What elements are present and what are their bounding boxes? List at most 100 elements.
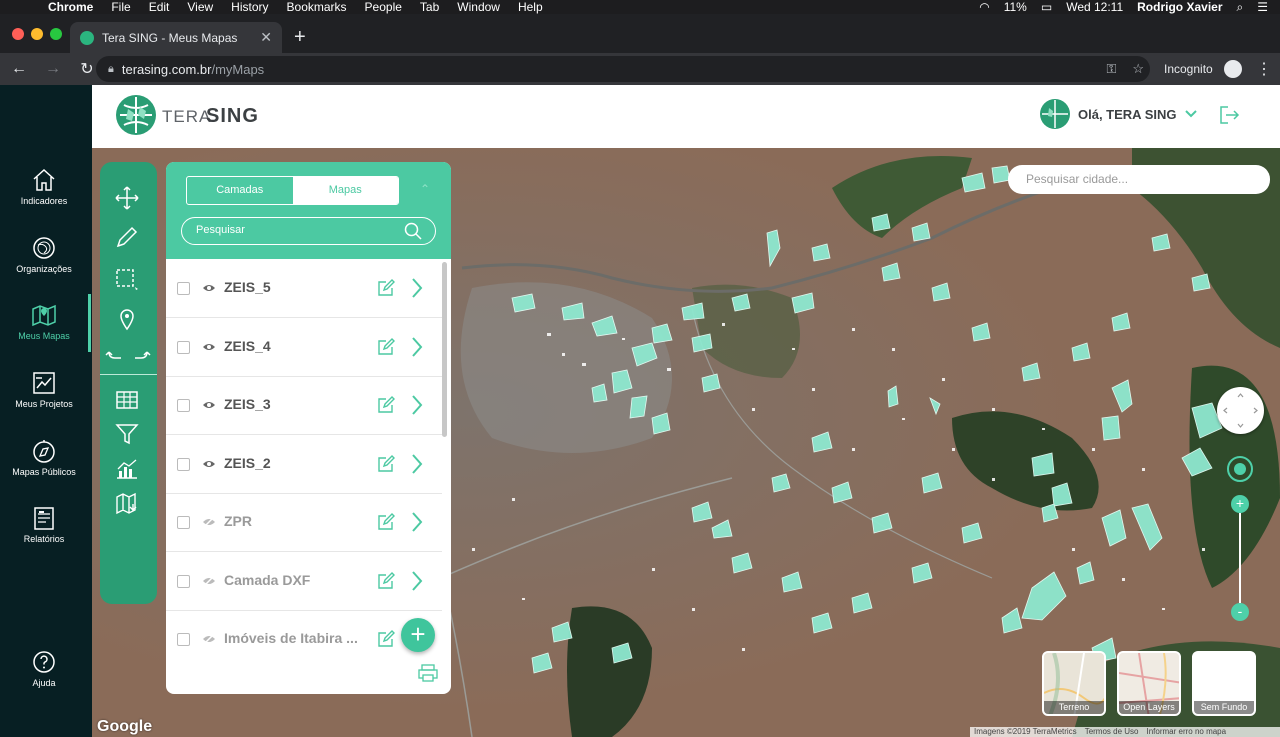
eye-icon[interactable] <box>202 399 216 411</box>
lock-icon[interactable]: 🔒︎ <box>108 63 114 76</box>
wifi-icon[interactable]: ◠ <box>979 0 989 14</box>
marker-icon[interactable] <box>114 308 140 332</box>
layer-row[interactable]: Imóveis de Itabira ... <box>166 611 442 669</box>
eye-icon[interactable] <box>202 282 216 294</box>
key-icon[interactable]: ⚿ <box>1106 61 1116 77</box>
basemap-sem-fundo[interactable]: Sem Fundo <box>1192 651 1256 716</box>
pan-arrows-icon[interactable] <box>1217 387 1264 434</box>
eye-off-icon[interactable] <box>202 633 216 645</box>
chevron-down-icon[interactable] <box>1184 107 1198 121</box>
spotlight-icon[interactable]: ⌕ <box>1237 0 1244 15</box>
incognito-label[interactable]: Incognito <box>1164 62 1213 76</box>
basemap-open-layers[interactable]: Open Layers <box>1117 651 1181 716</box>
url-field[interactable]: 🔒︎ terasing.com.br/myMaps ⚿ ☆ <box>96 56 1150 82</box>
city-search-input[interactable]: Pesquisar cidade... <box>1008 165 1270 194</box>
pencil-icon[interactable] <box>114 225 140 249</box>
layer-row[interactable]: ZEIS_4 <box>166 319 442 377</box>
new-tab-button[interactable]: + <box>294 26 306 49</box>
edit-icon[interactable] <box>377 572 395 590</box>
sidebar-item-organizacoes[interactable]: Organizações <box>0 235 88 274</box>
pan-control[interactable] <box>1217 387 1264 434</box>
clock[interactable]: Wed 12:11 <box>1066 0 1123 14</box>
chevron-right-icon[interactable] <box>410 453 424 475</box>
google-logo[interactable]: Google <box>97 718 152 736</box>
sidebar-item-relatorios[interactable]: Relatórios <box>0 505 88 544</box>
layer-checkbox[interactable] <box>177 458 190 471</box>
table-icon[interactable] <box>114 388 140 412</box>
edit-icon[interactable] <box>377 513 395 531</box>
menu-view[interactable]: View <box>187 0 213 14</box>
undo-icon[interactable] <box>105 340 125 364</box>
browser-tab[interactable]: Tera SING - Meus Mapas ✕ <box>70 22 282 53</box>
tab-mapas[interactable]: Mapas <box>292 177 398 204</box>
menu-edit[interactable]: Edit <box>149 0 170 14</box>
terasing-logo-icon[interactable] <box>114 93 158 137</box>
zoom-out-button[interactable]: - <box>1231 603 1249 621</box>
layer-checkbox[interactable] <box>177 575 190 588</box>
tab-camadas[interactable]: Camadas <box>187 177 293 204</box>
add-layer-button[interactable]: + <box>401 618 435 652</box>
sidebar-item-ajuda[interactable]: Ajuda <box>0 649 88 688</box>
layer-row[interactable]: ZEIS_3 <box>166 377 442 435</box>
layer-row[interactable]: Camada DXF <box>166 553 442 611</box>
user-name[interactable]: Rodrigo Xavier <box>1137 0 1222 14</box>
user-greeting[interactable]: Olá, TERA SING <box>1078 107 1176 122</box>
edit-icon[interactable] <box>377 630 395 648</box>
close-window-button[interactable] <box>12 28 24 40</box>
back-icon[interactable]: ← <box>4 60 34 78</box>
menu-file[interactable]: File <box>111 0 130 14</box>
menu-help[interactable]: Help <box>518 0 543 14</box>
battery-icon[interactable]: ▭ <box>1041 0 1052 14</box>
incognito-icon[interactable] <box>1224 60 1242 78</box>
eye-off-icon[interactable] <box>202 516 216 528</box>
menu-list-icon[interactable]: ☰ <box>1257 0 1268 14</box>
logout-icon[interactable] <box>1220 106 1240 124</box>
report-error-link[interactable]: Informar erro no mapa <box>1146 727 1226 737</box>
chevron-right-icon[interactable] <box>410 394 424 416</box>
browser-menu-icon[interactable]: ⋮ <box>1256 59 1272 79</box>
layer-checkbox[interactable] <box>177 399 190 412</box>
chevron-right-icon[interactable] <box>410 336 424 358</box>
layer-checkbox[interactable] <box>177 516 190 529</box>
layer-row[interactable]: ZEIS_5 <box>166 260 442 318</box>
menu-app[interactable]: Chrome <box>48 0 93 14</box>
basemap-terreno[interactable]: Terreno <box>1042 651 1106 716</box>
filter-icon[interactable] <box>114 422 140 446</box>
move-icon[interactable] <box>114 186 140 210</box>
menu-history[interactable]: History <box>231 0 268 14</box>
close-tab-icon[interactable]: ✕ <box>260 29 272 46</box>
redo-icon[interactable] <box>131 340 151 364</box>
zoom-in-button[interactable]: + <box>1231 495 1249 513</box>
maximize-window-button[interactable] <box>50 28 62 40</box>
collapse-icon[interactable]: ⌃ <box>420 182 430 196</box>
edit-icon[interactable] <box>377 338 395 356</box>
menu-people[interactable]: People <box>365 0 402 14</box>
sidebar-item-meus-mapas[interactable]: Meus Mapas <box>0 302 88 341</box>
eye-off-icon[interactable] <box>202 575 216 587</box>
menu-window[interactable]: Window <box>457 0 500 14</box>
layer-row[interactable]: ZPR <box>166 494 442 552</box>
layer-row[interactable]: ZEIS_2 <box>166 436 442 494</box>
edit-icon[interactable] <box>377 455 395 473</box>
sidebar-item-mapas-publicos[interactable]: Mapas Públicos <box>0 438 88 477</box>
chevron-right-icon[interactable] <box>410 277 424 299</box>
minimize-window-button[interactable] <box>31 28 43 40</box>
edit-icon[interactable] <box>377 279 395 297</box>
eye-icon[interactable] <box>202 341 216 353</box>
map-export-icon[interactable] <box>114 491 140 515</box>
menu-tab[interactable]: Tab <box>420 0 439 14</box>
bookmark-star-icon[interactable]: ☆ <box>1132 61 1144 77</box>
layer-checkbox[interactable] <box>177 341 190 354</box>
print-icon[interactable] <box>418 663 438 683</box>
menu-bookmarks[interactable]: Bookmarks <box>287 0 347 14</box>
locate-icon[interactable] <box>1226 455 1254 483</box>
sidebar-item-meus-projetos[interactable]: Meus Projetos <box>0 370 88 409</box>
chevron-right-icon[interactable] <box>410 570 424 592</box>
layer-checkbox[interactable] <box>177 282 190 295</box>
search-icon[interactable] <box>404 222 422 240</box>
layer-search-input[interactable]: Pesquisar <box>181 217 436 245</box>
eye-icon[interactable] <box>202 458 216 470</box>
terms-link[interactable]: Termos de Uso <box>1085 727 1139 737</box>
zoom-slider[interactable] <box>1239 513 1241 603</box>
forward-icon[interactable]: → <box>38 60 68 78</box>
